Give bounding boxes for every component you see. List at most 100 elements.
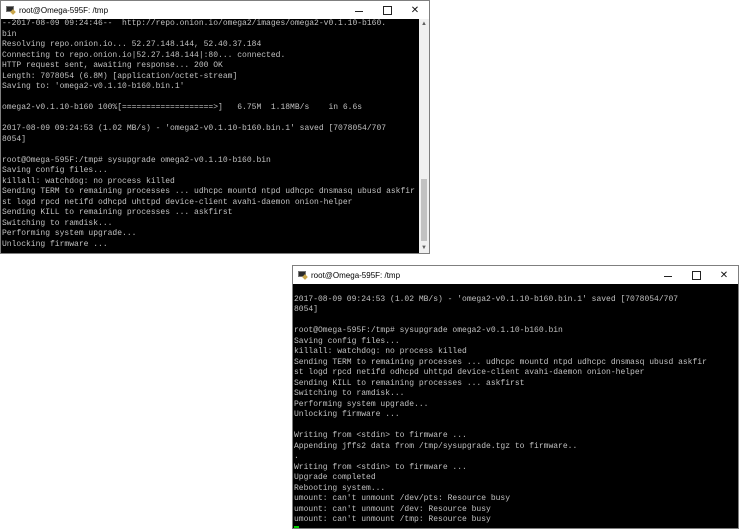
terminal-line-text: Writing from <stdin> to firmware ... bbox=[294, 462, 467, 472]
terminal-line-text: Rebooting system... bbox=[294, 483, 386, 493]
terminal-line-text: Length: 7078054 (6.8M) [application/octe… bbox=[2, 71, 238, 81]
terminal-line: bin bbox=[2, 30, 419, 41]
terminal-line: Saving to: 'omega2-v0.1.10-b160.bin.1' bbox=[2, 82, 419, 93]
terminal-line: Sending TERM to remaining processes ... … bbox=[2, 187, 419, 198]
terminal-line: Writing from <stdin> to firmware ... bbox=[294, 431, 738, 442]
terminal-line: st logd rpcd netifd odhcpd uhttpd device… bbox=[294, 368, 738, 379]
terminal-line-text: . bbox=[294, 452, 299, 461]
terminal-line: Switching to ramdisk... bbox=[294, 389, 738, 400]
terminal-line-text: Unlocking firmware ... bbox=[2, 239, 108, 249]
terminal-line-text: Saving config files... bbox=[2, 166, 108, 175]
terminal-line-text: 2017-08-09 09:24:53 (1.02 MB/s) - 'omega… bbox=[2, 124, 387, 133]
terminal-line-text: st logd rpcd netifd odhcpd uhttpd device… bbox=[294, 368, 645, 377]
terminal-line-text: Saving to: 'omega2-v0.1.10-b160.bin.1' bbox=[2, 82, 185, 91]
terminal-line: Sending KILL to remaining processes ... … bbox=[2, 208, 419, 219]
terminal-line: root@Omega-595F:/tmp# sysupgrade omega2-… bbox=[2, 156, 419, 167]
terminal-line-text: Sending TERM to remaining processes ... … bbox=[2, 187, 415, 196]
terminal-line-text: Writing from <stdin> to firmware ... bbox=[294, 431, 467, 440]
maximize-button[interactable] bbox=[682, 266, 710, 284]
terminal-line: Saving config files... bbox=[2, 166, 419, 177]
terminal-line-text: root@Omega-595F:/tmp# sysupgrade omega2-… bbox=[294, 326, 563, 335]
terminal-line: 8054] bbox=[2, 135, 419, 146]
terminal-line: killall: watchdog: no process killed bbox=[2, 177, 419, 188]
terminal-line-text: Sending KILL to remaining processes ... … bbox=[294, 378, 525, 388]
terminal-line: Switching to ramdisk... bbox=[2, 219, 419, 230]
terminal-line: 2017-08-09 09:24:53 (1.02 MB/s) - 'omega… bbox=[294, 295, 738, 306]
terminal-line bbox=[294, 525, 738, 528]
terminal-line-text: HTTP request sent, awaiting response... … bbox=[2, 61, 223, 70]
terminal-line-text: Switching to ramdisk... bbox=[2, 218, 113, 228]
terminal-line: Sending TERM to remaining processes ... … bbox=[294, 358, 738, 369]
minimize-button[interactable] bbox=[345, 1, 373, 19]
window-title: root@Omega-595F: /tmp bbox=[311, 270, 401, 280]
terminal-output[interactable]: 2017-08-09 09:24:53 (1.02 MB/s) - 'omega… bbox=[293, 284, 738, 528]
terminal-window-1: root@Omega-595F: /tmp ✕ --2017-08-09 09:… bbox=[0, 0, 430, 254]
terminal-line: Unlocking firmware ... bbox=[2, 240, 419, 251]
terminal-line-text: --2017-08-09 09:24:46-- http://repo.onio… bbox=[2, 19, 387, 28]
terminal-line: Length: 7078054 (6.8M) [application/octe… bbox=[2, 72, 419, 83]
terminal-line: omega2-v0.1.10-b160 100%[===============… bbox=[2, 103, 419, 114]
window-controls: ✕ bbox=[654, 266, 738, 284]
putty-icon bbox=[297, 270, 308, 280]
terminal-line: Rebooting system... bbox=[294, 484, 738, 495]
terminal-line: killall: watchdog: no process killed bbox=[294, 347, 738, 358]
terminal-line: Unlocking firmware ... bbox=[294, 410, 738, 421]
maximize-button[interactable] bbox=[373, 1, 401, 19]
terminal-line: umount: can't unmount /tmp: Resource bus… bbox=[294, 515, 738, 526]
terminal-window-2: root@Omega-595F: /tmp ✕ 2017-08-09 09:24… bbox=[292, 265, 739, 529]
terminal-line-text: Appending jffs2 data from /tmp/sysupgrad… bbox=[294, 441, 578, 451]
window-title: root@Omega-595F: /tmp bbox=[19, 5, 109, 15]
terminal-line-text: st logd rpcd netifd odhcpd uhttpd device… bbox=[2, 197, 353, 207]
terminal-line: Resolving repo.onion.io... 52.27.148.144… bbox=[2, 40, 419, 51]
terminal-line-text: 2017-08-09 09:24:53 (1.02 MB/s) - 'omega… bbox=[294, 294, 679, 304]
terminal-line: Sending KILL to remaining processes ... … bbox=[294, 379, 738, 390]
terminal-line-text: Sending TERM to remaining processes ... … bbox=[294, 357, 707, 367]
terminal-line: HTTP request sent, awaiting response... … bbox=[2, 61, 419, 72]
close-button[interactable]: ✕ bbox=[710, 266, 738, 284]
vertical-scrollbar[interactable]: ▲ ▼ bbox=[419, 19, 429, 253]
terminal-line: 2017-08-09 09:24:53 (1.02 MB/s) - 'omega… bbox=[2, 124, 419, 135]
terminal-line-text: omega2-v0.1.10-b160 100%[===============… bbox=[2, 103, 363, 112]
terminal-cursor bbox=[294, 525, 299, 528]
putty-icon bbox=[5, 5, 16, 15]
scroll-down-icon[interactable]: ▼ bbox=[419, 243, 429, 253]
terminal-line-text: 8054] bbox=[294, 305, 319, 314]
terminal-line-text: killall: watchdog: no process killed bbox=[294, 347, 467, 356]
title-bar[interactable]: root@Omega-595F: /tmp ✕ bbox=[293, 266, 738, 284]
title-bar[interactable]: root@Omega-595F: /tmp ✕ bbox=[1, 1, 429, 19]
terminal-line: root@Omega-595F:/tmp# sysupgrade omega2-… bbox=[294, 326, 738, 337]
terminal-line-text: Performing system upgrade... bbox=[294, 399, 429, 409]
terminal-output[interactable]: --2017-08-09 09:24:46-- http://repo.onio… bbox=[1, 19, 419, 253]
terminal-line: Connecting to repo.onion.io|52.27.148.14… bbox=[2, 51, 419, 62]
terminal-line-text: bin bbox=[2, 29, 17, 39]
scroll-up-icon[interactable]: ▲ bbox=[419, 19, 429, 29]
terminal-line: Performing system upgrade... bbox=[2, 229, 419, 240]
terminal-line-text: 8054] bbox=[2, 134, 27, 144]
close-button[interactable]: ✕ bbox=[401, 1, 429, 19]
terminal-line-text: Switching to ramdisk... bbox=[294, 389, 405, 398]
terminal-line: st logd rpcd netifd odhcpd uhttpd device… bbox=[2, 198, 419, 209]
terminal-line: Upgrade completed bbox=[294, 473, 738, 484]
terminal-line-text: umount: can't unmount /dev/pts: Resource… bbox=[294, 494, 511, 503]
terminal-line-text: Saving config files... bbox=[294, 336, 400, 346]
minimize-button[interactable] bbox=[654, 266, 682, 284]
terminal-line: umount: can't unmount /dev/pts: Resource… bbox=[294, 494, 738, 505]
terminal-line-text: Performing system upgrade... bbox=[2, 229, 137, 238]
terminal-line-text: Unlocking firmware ... bbox=[294, 410, 400, 419]
terminal-line: Saving config files... bbox=[294, 337, 738, 348]
terminal-line-text: killall: watchdog: no process killed bbox=[2, 176, 175, 186]
terminal-line-text: Sending KILL to remaining processes ... … bbox=[2, 208, 233, 217]
terminal-line-text: Resolving repo.onion.io... 52.27.148.144… bbox=[2, 40, 262, 49]
terminal-line-text: Connecting to repo.onion.io|52.27.148.14… bbox=[2, 50, 286, 60]
terminal-line-text: root@Omega-595F:/tmp# sysupgrade omega2-… bbox=[2, 155, 271, 165]
terminal-line: Performing system upgrade... bbox=[294, 400, 738, 411]
scroll-thumb[interactable] bbox=[421, 179, 427, 241]
window-controls: ✕ bbox=[345, 1, 429, 19]
terminal-line: . bbox=[294, 452, 738, 463]
